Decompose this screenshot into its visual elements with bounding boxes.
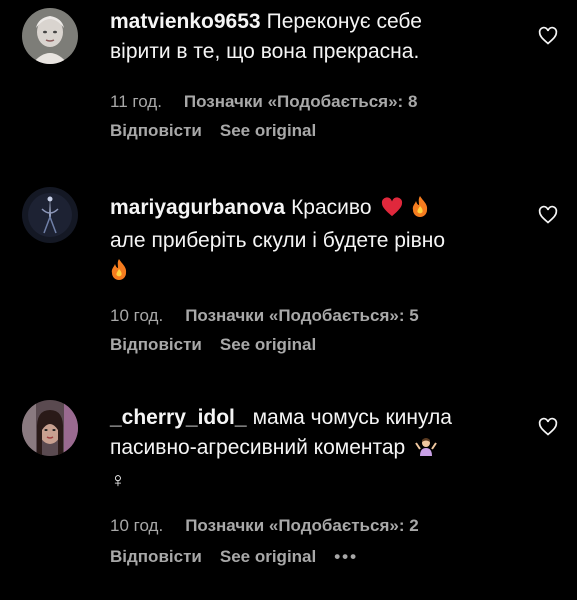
heart-outline-icon[interactable]	[538, 417, 558, 437]
comment-meta: 10 год. Позначки «Подобається»: 5	[110, 304, 441, 328]
comment-text: matvienko9653 Переконує себе вірити в те,…	[110, 7, 510, 67]
comment-body: мама чомусь кинула	[252, 406, 452, 429]
avatar[interactable]	[22, 187, 78, 243]
comment-meta: 11 год. Позначки «Подобається»: 8	[110, 90, 439, 114]
comment-time: 10 год.	[110, 306, 164, 325]
comment-time: 11 год.	[110, 92, 162, 111]
comment-username[interactable]: _cherry_idol_	[110, 406, 247, 429]
likes-count[interactable]: Позначки «Подобається»: 5	[185, 306, 418, 325]
comment-body: ♀	[110, 469, 126, 492]
comment-body: Красиво	[291, 196, 372, 219]
likes-count[interactable]: Позначки «Подобається»: 8	[184, 92, 417, 111]
more-options-icon[interactable]: •••	[334, 547, 358, 566]
red-heart-emoji	[381, 196, 403, 226]
reply-button[interactable]: Відповісти	[110, 547, 202, 566]
comment-text: mariyagurbanova Красиво але приберіть ску…	[110, 193, 510, 289]
person-shrugging-emoji	[415, 435, 437, 466]
see-original-button[interactable]: See original	[220, 335, 316, 354]
comment-meta: 10 год. Позначки «Подобається»: 2	[110, 514, 441, 538]
see-original-button[interactable]: See original	[220, 547, 316, 566]
comment-body: Переконує себе	[266, 10, 422, 33]
heart-outline-icon[interactable]	[538, 205, 558, 225]
comment-body: вірити в те, що вона прекрасна.	[110, 40, 420, 63]
fire-emoji	[411, 195, 429, 226]
comment-actions: Відповісти See original	[110, 119, 334, 143]
comment-text: _cherry_idol_ мама чомусь кинула пасивно-…	[110, 403, 510, 496]
comment-actions: Відповісти See original •••	[110, 545, 376, 569]
reply-button[interactable]: Відповісти	[110, 121, 202, 140]
comment-body: пасивно-агресивний коментар	[110, 436, 406, 459]
likes-count[interactable]: Позначки «Подобається»: 2	[185, 516, 418, 535]
comment-username[interactable]: mariyagurbanova	[110, 196, 285, 219]
avatar[interactable]	[22, 400, 78, 456]
heart-outline-icon[interactable]	[538, 26, 558, 46]
comment-body: але приберіть скули і будете рівно	[110, 229, 445, 252]
comment-time: 10 год.	[110, 516, 164, 535]
comment-actions: Відповісти See original	[110, 333, 334, 357]
comment-username[interactable]: matvienko9653	[110, 10, 261, 33]
avatar[interactable]	[22, 8, 78, 64]
fire-emoji	[110, 258, 128, 289]
reply-button[interactable]: Відповісти	[110, 335, 202, 354]
see-original-button[interactable]: See original	[220, 121, 316, 140]
